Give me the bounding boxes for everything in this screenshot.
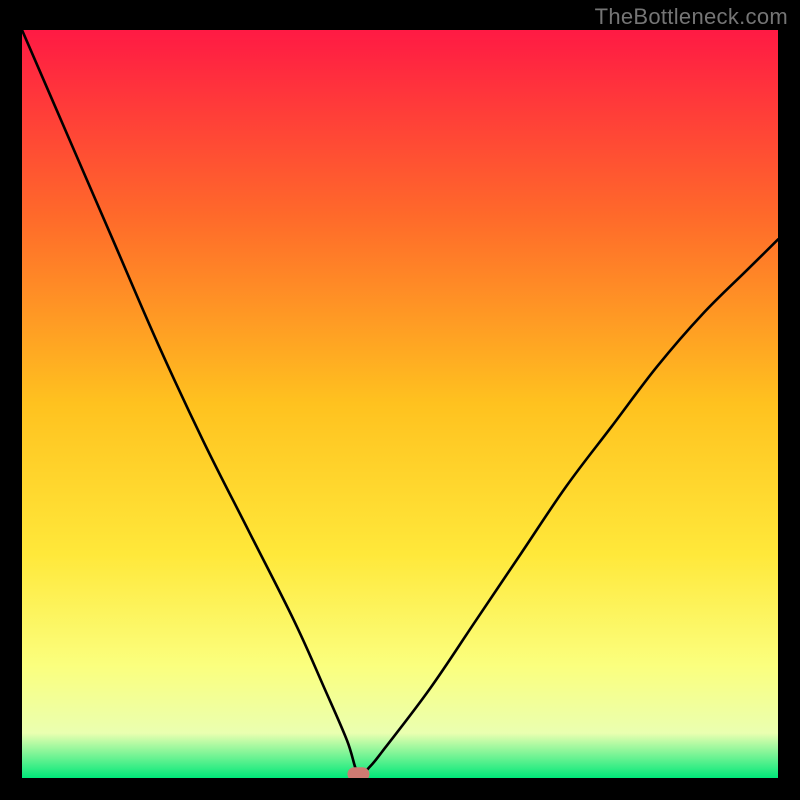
chart-container: TheBottleneck.com xyxy=(0,0,800,800)
gradient-background xyxy=(22,30,778,778)
watermark: TheBottleneck.com xyxy=(595,4,788,30)
bottleneck-chart xyxy=(22,30,778,778)
optimal-point-marker xyxy=(347,767,369,778)
